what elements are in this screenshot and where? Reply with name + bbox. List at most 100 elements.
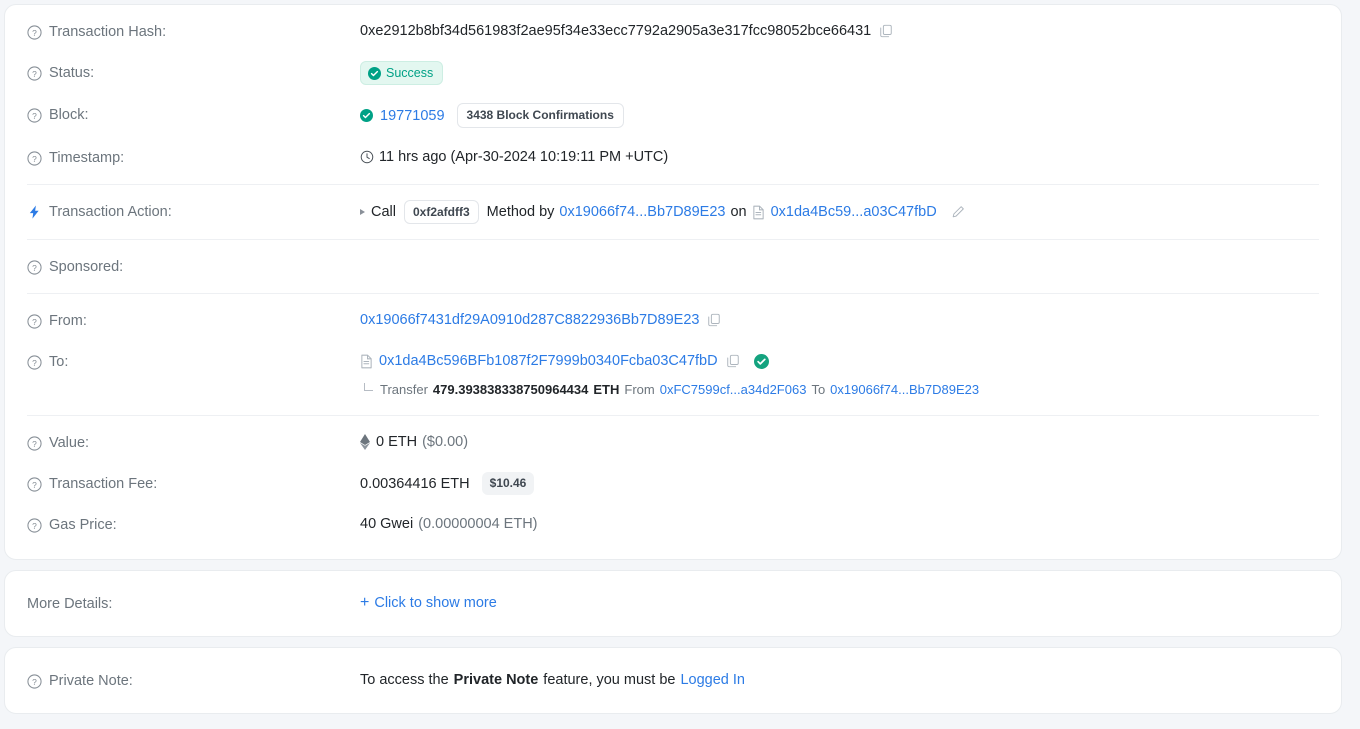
svg-text:?: ? <box>32 68 37 78</box>
contract-address-link[interactable]: 0x1da4Bc59...a03C47fbD <box>771 201 937 223</box>
transaction-fee-amount: 0.00364416 ETH <box>360 475 470 492</box>
value-fiat: ($0.00) <box>422 434 469 450</box>
status-label-group: ? Status: <box>27 61 360 84</box>
question-circle-icon[interactable]: ? <box>27 435 42 451</box>
to-address-link[interactable]: 0x1da4Bc596BFb1087f2F7999b0340Fcba03C47f… <box>379 350 718 372</box>
row-timestamp: ? Timestamp: 11 hrs ago (Apr-30-2024 10:… <box>5 137 1341 178</box>
contract-document-icon <box>360 354 373 369</box>
status-badge: Success <box>360 61 444 85</box>
transaction-hash-label-group: ? Transaction Hash: <box>27 20 360 43</box>
timestamp-label-group: ? Timestamp: <box>27 146 360 169</box>
question-circle-icon[interactable]: ? <box>27 673 42 689</box>
svg-text:?: ? <box>32 110 37 120</box>
ethereum-diamond-icon <box>360 434 376 450</box>
to-label: To: <box>49 354 69 370</box>
question-circle-icon[interactable]: ? <box>27 150 42 166</box>
method-by-text: Method by <box>486 204 555 220</box>
svg-text:?: ? <box>32 153 37 163</box>
question-circle-icon[interactable]: ? <box>27 476 42 492</box>
status-badge-label: Success <box>386 66 434 80</box>
transaction-fee-label-group: ? Transaction Fee: <box>27 472 360 495</box>
transaction-action-label-group: Transaction Action: <box>27 200 360 223</box>
check-circle-icon <box>360 109 373 122</box>
from-label: From: <box>49 313 87 329</box>
divider-above-value <box>27 415 1319 416</box>
block-label: Block: <box>49 107 89 123</box>
value-label-group: ? Value: <box>27 431 360 454</box>
logged-in-link[interactable]: Logged In <box>680 669 745 691</box>
block-number-link[interactable]: 19771059 <box>380 105 445 127</box>
svg-text:?: ? <box>32 479 37 489</box>
transaction-hash-value-group: 0xe2912b8bf34d561983f2ae95f34e33ecc7792a… <box>360 20 1319 42</box>
more-details-card: More Details: + Click to show more <box>4 570 1342 637</box>
private-note-label-group: ? Private Note: <box>27 669 360 692</box>
question-circle-icon[interactable]: ? <box>27 65 42 81</box>
value-label: Value: <box>49 435 90 451</box>
lightning-bolt-icon <box>27 204 42 220</box>
transfer-to-text: To <box>811 382 826 397</box>
divider-below-sponsored <box>27 293 1319 294</box>
transaction-action-label: Transaction Action: <box>49 204 172 220</box>
status-label: Status: <box>49 65 95 81</box>
private-note-value-group: To access the Private Note feature, you … <box>360 669 1319 691</box>
transaction-overview-card: ? Transaction Hash: 0xe2912b8bf34d561983… <box>4 4 1342 560</box>
plus-icon[interactable]: + <box>360 595 369 611</box>
question-circle-icon[interactable]: ? <box>27 107 42 123</box>
copy-icon[interactable] <box>726 354 740 368</box>
transaction-hash-label: Transaction Hash: <box>49 24 167 40</box>
from-value-group: 0x19066f7431df29A0910d287C8822936Bb7D89E… <box>360 309 1319 331</box>
contract-document-icon <box>752 205 765 220</box>
row-to: ? To: 0x1da4Bc596BFb1087f2F7999b0340Fcba… <box>5 341 1341 409</box>
question-circle-icon[interactable]: ? <box>27 354 42 370</box>
gas-price-label-group: ? Gas Price: <box>27 513 360 536</box>
copy-icon[interactable] <box>879 24 893 38</box>
transfer-to-address-link[interactable]: 0x19066f74...Bb7D89E23 <box>830 380 979 400</box>
transfer-amount: 479.393838338750964434 <box>432 382 589 397</box>
transfer-text: Transfer <box>380 382 428 397</box>
row-transaction-hash: ? Transaction Hash: 0xe2912b8bf34d561983… <box>5 11 1341 52</box>
transfer-from-text: From <box>624 382 655 397</box>
expand-caret-icon[interactable] <box>360 209 365 215</box>
svg-text:?: ? <box>32 438 37 448</box>
verified-check-icon <box>753 353 769 369</box>
value-value-group: 0 ETH ($0.00) <box>360 431 1319 453</box>
status-value-group: Success <box>360 61 1319 85</box>
transaction-action-value-group: Call 0xf2afdff3 Method by 0x19066f74...B… <box>360 200 1319 224</box>
call-text: Call <box>371 204 396 220</box>
private-note-text-middle: feature, you must be <box>543 672 676 688</box>
question-circle-icon[interactable]: ? <box>27 517 42 533</box>
from-address-link[interactable]: 0x19066f7431df29A0910d287C8822936Bb7D89E… <box>360 309 699 331</box>
row-more-details: More Details: + Click to show more <box>5 583 1341 624</box>
row-status: ? Status: Success <box>5 52 1341 94</box>
sponsored-label: Sponsored: <box>49 259 124 275</box>
transaction-details-page: ? Transaction Hash: 0xe2912b8bf34d561983… <box>0 0 1360 729</box>
transfer-from-address-link[interactable]: 0xFC7599cf...a34d2F063 <box>660 380 807 400</box>
click-to-show-more-link[interactable]: Click to show more <box>374 592 496 614</box>
private-note-text-before: To access the <box>360 672 449 688</box>
to-address-line: 0x1da4Bc596BFb1087f2F7999b0340Fcba03C47f… <box>360 350 769 372</box>
question-circle-icon[interactable]: ? <box>27 259 42 275</box>
check-circle-icon <box>368 66 381 80</box>
copy-icon[interactable] <box>707 313 721 327</box>
row-transaction-action: Transaction Action: Call 0xf2afdff3 Meth… <box>5 191 1341 233</box>
row-block: ? Block: 19771059 3438 Block Confirmatio… <box>5 94 1341 137</box>
transaction-hash-value: 0xe2912b8bf34d561983f2ae95f34e33ecc7792a… <box>360 23 872 39</box>
value-amount: 0 ETH <box>376 434 418 450</box>
svg-text:?: ? <box>32 520 37 530</box>
gas-price-value-group: 40 Gwei (0.00000004 ETH) <box>360 513 1319 535</box>
internal-transfer-line: Transfer 479.393838338750964434 ETH From… <box>360 380 1319 400</box>
pencil-edit-icon[interactable] <box>951 205 965 219</box>
divider-above-sponsored <box>27 239 1319 240</box>
timestamp-label: Timestamp: <box>49 150 125 166</box>
private-note-label: Private Note: <box>49 673 133 689</box>
tree-corner-icon <box>364 383 373 391</box>
transaction-fee-value-group: 0.00364416 ETH $10.46 <box>360 472 1319 495</box>
question-circle-icon[interactable]: ? <box>27 24 42 40</box>
question-circle-icon[interactable]: ? <box>27 313 42 329</box>
caller-address-link[interactable]: 0x19066f74...Bb7D89E23 <box>559 201 725 223</box>
svg-text:?: ? <box>32 27 37 37</box>
on-text: on <box>730 204 747 220</box>
row-private-note: ? Private Note: To access the Private No… <box>5 660 1341 701</box>
row-value: ? Value: 0 ETH ($0.00) <box>5 422 1341 463</box>
timestamp-value-group: 11 hrs ago (Apr-30-2024 10:19:11 PM +UTC… <box>360 146 1319 168</box>
